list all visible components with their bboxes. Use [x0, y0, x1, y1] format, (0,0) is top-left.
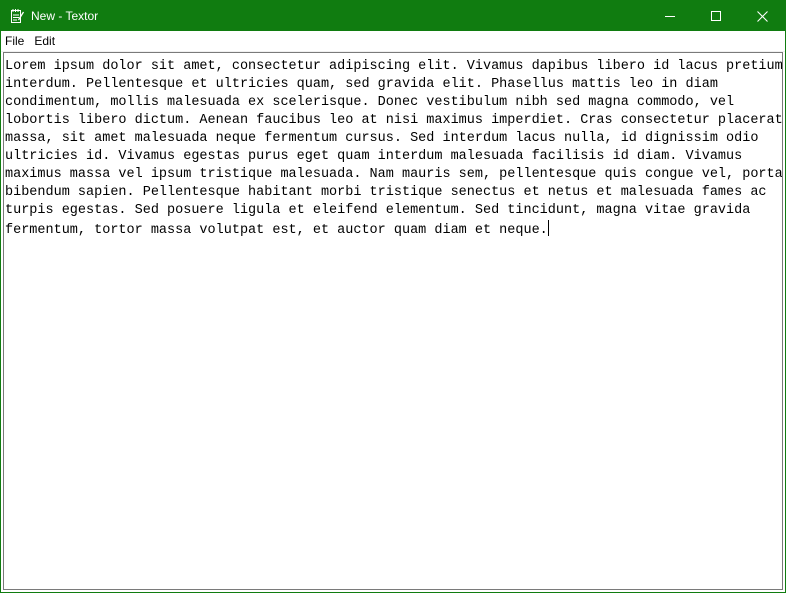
editor-line: Lorem ipsum dolor sit amet, consectetur … [5, 59, 783, 74]
app-window: New - Textor File Edit Lorem ipsum dolor… [0, 0, 786, 593]
menu-edit[interactable]: Edit [29, 31, 60, 51]
minimize-icon [665, 16, 675, 17]
editor-line: fermentum, tortor massa volutpat est, et… [5, 223, 548, 238]
editor-line: bibendum sapien. Pellentesque habitant m… [5, 185, 767, 200]
maximize-icon [711, 11, 721, 21]
close-button[interactable] [739, 1, 785, 31]
editor-line: lobortis libero dictum. Aenean faucibus … [5, 113, 783, 128]
menu-file[interactable]: File [1, 31, 29, 51]
editor-line: ultricies id. Vivamus egestas purus eget… [5, 149, 743, 164]
menu-bar: File Edit [1, 31, 785, 52]
text-caret [547, 220, 549, 236]
editor-line: maximus massa vel ipsum tristique malesu… [5, 167, 783, 182]
window-controls [647, 1, 785, 31]
text-editor[interactable]: Lorem ipsum dolor sit amet, consectetur … [3, 52, 783, 590]
maximize-button[interactable] [693, 1, 739, 31]
editor-line: condimentum, mollis malesuada ex sceleri… [5, 95, 735, 110]
editor-content[interactable]: Lorem ipsum dolor sit amet, consectetur … [4, 53, 782, 240]
notepad-icon [8, 7, 26, 25]
window-title: New - Textor [31, 9, 99, 23]
editor-line: turpis egestas. Sed posuere ligula et el… [5, 203, 751, 218]
minimize-button[interactable] [647, 1, 693, 31]
editor-line: massa, sit amet malesuada neque fermentu… [5, 131, 759, 146]
close-icon [756, 10, 768, 22]
editor-line: interdum. Pellentesque et ultricies quam… [5, 77, 718, 92]
title-bar[interactable]: New - Textor [1, 1, 785, 31]
